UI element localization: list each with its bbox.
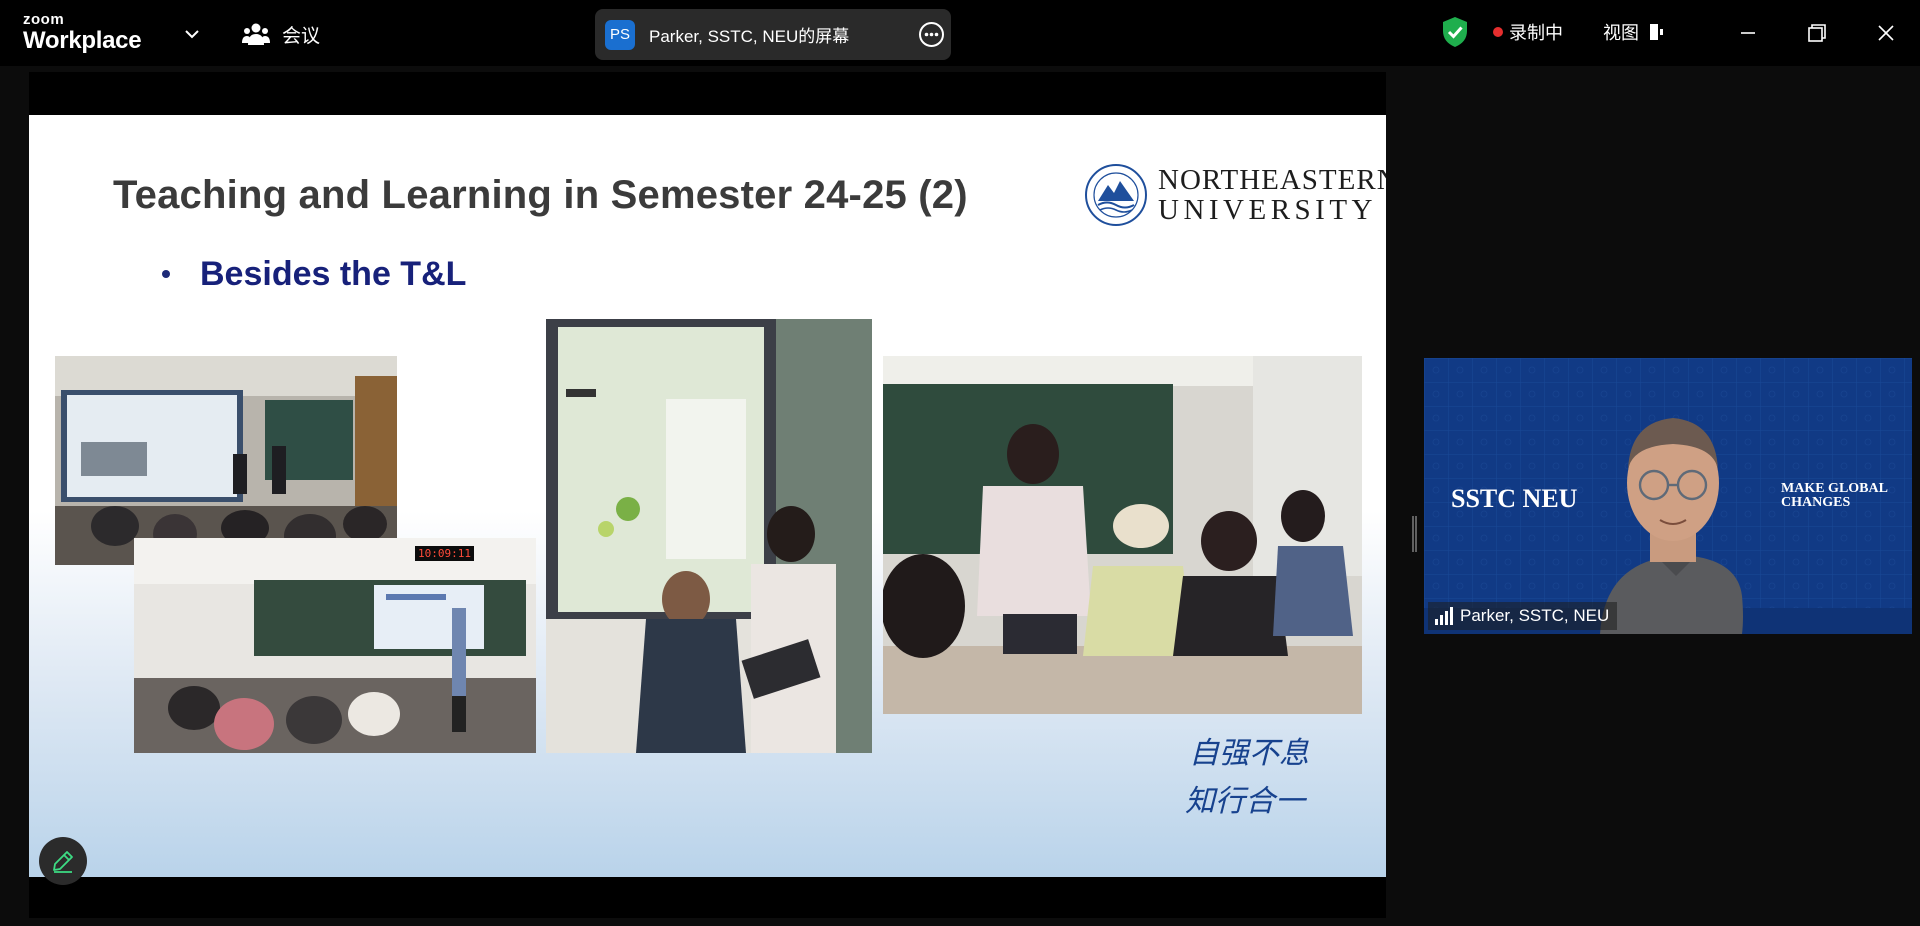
pen-icon [53,851,73,873]
restore-icon[interactable] [1803,19,1831,47]
recording-indicator[interactable]: 录制中 [1493,19,1563,45]
screen-share-indicator[interactable]: PS Parker, SSTC, NEU的屏幕 [595,9,951,60]
clock-badge: 10:09:11 [415,546,474,561]
photo-classroom-teacher: 10:09:11 [134,538,536,753]
meeting-label: 会议 [282,25,321,47]
slide-title: Teaching and Learning in Semester 24-25 … [113,173,968,217]
panel-splitter-handle[interactable] [1412,516,1417,552]
participant-name: Parker, SSTC, NEU [1460,606,1610,625]
view-layout-icon [1650,24,1663,40]
recording-dot-icon [1493,27,1503,37]
minimize-icon[interactable] [1734,19,1762,47]
chevron-down-icon[interactable] [181,23,203,45]
backdrop-text-right: MAKE GLOBAL CHANGES [1781,482,1888,510]
bullet-icon [162,270,170,278]
photo-projector-discussion [546,319,872,753]
sharer-avatar: PS [605,19,635,50]
backdrop-text-left: SSTC NEU [1451,484,1578,513]
neu-wordmark-line1: NORTHEASTERN [1158,164,1386,196]
university-motto: 自强不息 知行合一 [1185,730,1309,826]
participant-video-tile[interactable]: SSTC NEU MAKE GLOBAL CHANGES Parker, SST… [1424,358,1912,634]
photo-lecture-hall [55,356,397,565]
shared-screen[interactable]: Teaching and Learning in Semester 24-25 … [29,72,1386,918]
view-button[interactable]: 视图 [1603,19,1667,45]
backdrop-right-line2: CHANGES [1781,495,1851,510]
close-icon[interactable] [1872,19,1900,47]
view-label: 视图 [1603,23,1639,43]
neu-wordmark: NORTHEASTERN UNIVERSITY [1158,165,1386,225]
participants-icon [242,23,270,45]
motto-line2: 知行合一 [1185,784,1305,819]
annotate-button[interactable] [39,837,87,885]
share-title: Parker, SSTC, NEU的屏幕 [649,27,850,46]
shield-check-icon[interactable] [1441,16,1469,48]
zoom-workplace-logo: zoom Workplace [23,11,142,54]
signal-icon [1435,607,1453,625]
brand-big: Workplace [23,27,142,54]
presentation-slide: Teaching and Learning in Semester 24-25 … [29,115,1386,877]
backdrop-right-line1: MAKE GLOBAL [1781,481,1888,496]
brand-small: zoom [23,11,65,28]
recording-label: 录制中 [1509,23,1563,43]
meeting-menu-button[interactable]: 会议 [242,18,320,50]
neu-seal-logo [1085,164,1147,226]
more-icon[interactable] [918,21,945,48]
neu-wordmark-line2: UNIVERSITY [1158,194,1377,226]
top-bar: zoom Workplace 会议 PS Parker, SSTC, NEU的屏… [0,0,1920,66]
participant-name-tag: Parker, SSTC, NEU [1428,602,1618,630]
motto-line1: 自强不息 [1189,736,1309,771]
photo-classroom-group [883,356,1362,714]
bullet-text: Besides the T&L [200,255,467,293]
